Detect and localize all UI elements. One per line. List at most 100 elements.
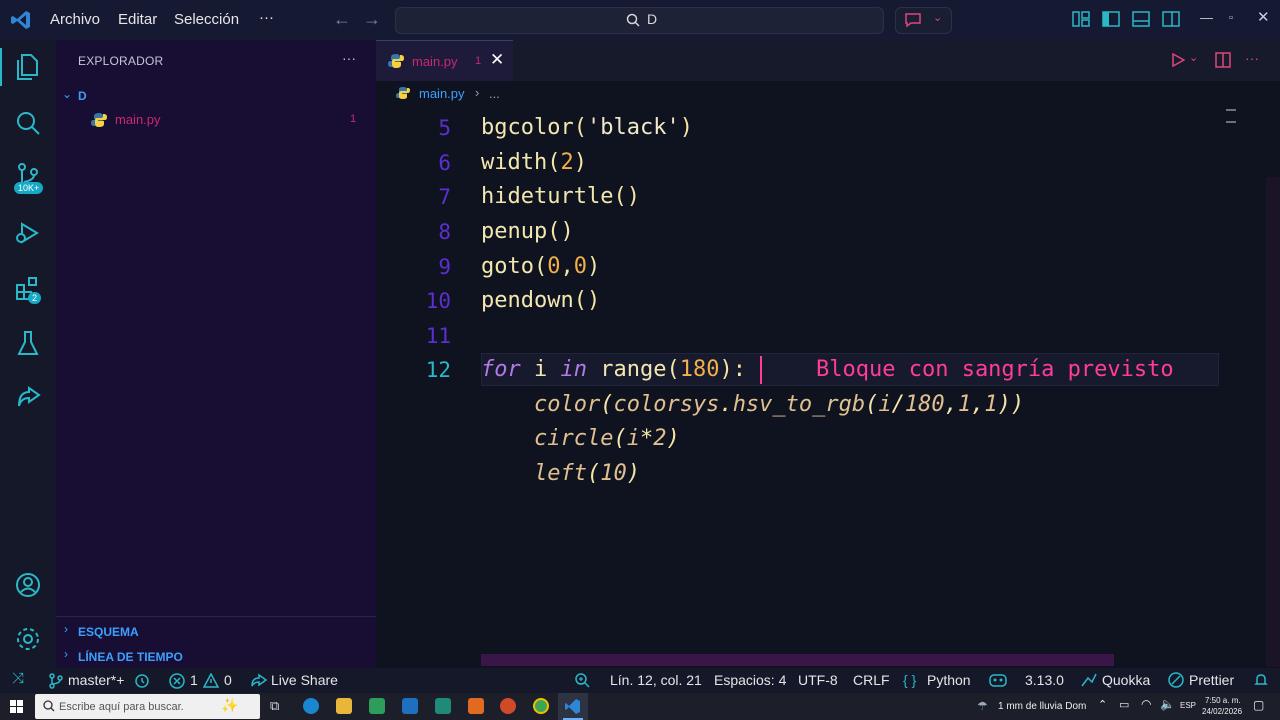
file-row-main-py[interactable]: main.py 1 [56,110,376,132]
windows-start-icon[interactable] [10,700,24,714]
live-share-button[interactable]: Live Share [271,672,338,688]
maximize-icon[interactable]: ▫ [1229,12,1233,24]
explorer-sidebar: EXPLORADOR ··· ⌄ D main.py 1 › ESQUEMA ›… [56,40,376,668]
file-explorer-icon[interactable] [336,698,352,714]
breadcrumb: main.py › ... [376,81,1280,107]
chat-icon [905,13,921,28]
folder-row[interactable]: ⌄ D [56,86,376,108]
breadcrumb-symbol[interactable]: ... [489,86,500,101]
error-count[interactable]: 1 [190,672,198,688]
testing-icon[interactable] [15,330,41,358]
line-number: 5 [438,116,451,140]
back-arrow-icon[interactable]: ← [333,9,351,30]
toggle-secondary-sidebar-icon[interactable] [1162,11,1180,27]
sync-icon[interactable] [133,673,151,689]
clock-date[interactable]: 24/02/2026 [1202,707,1242,716]
run-file-icon[interactable] [1171,53,1185,67]
line-number: 7 [438,185,451,209]
chevron-down-icon: ⌄ [62,87,73,101]
python-version[interactable]: 3.13.0 [1025,672,1064,688]
clock-time[interactable]: 7:50 a. m. [1205,696,1241,705]
volume-icon[interactable]: 🔈 [1160,697,1175,711]
remote-icon[interactable]: ⤨ [12,670,24,687]
code-line: bgcolor('black') [481,115,693,140]
vscode-taskbar-icon[interactable] [564,698,581,715]
live-share-icon[interactable] [15,384,41,412]
search-icon [43,700,55,712]
tab-bar: main.py 1 ✕ ⌄ ··· [376,40,1280,81]
chevron-down-icon[interactable]: ⌄ [1189,51,1198,64]
section-label: LÍNEA DE TIEMPO [78,650,183,664]
close-tab-icon[interactable]: ✕ [490,50,504,70]
mail-icon[interactable] [402,698,418,714]
breadcrumb-file[interactable]: main.py [419,86,465,101]
copilot-button[interactable]: ⌄ [895,7,952,34]
quokka-button[interactable]: Quokka [1102,672,1150,688]
source-control-badge: 10K+ [14,182,44,194]
network-icon[interactable]: ▭ [1119,698,1129,711]
text-cursor [760,356,762,384]
task-view-icon[interactable]: ⧉ [270,698,279,714]
edge-icon[interactable] [303,698,319,714]
line-number: 11 [425,324,451,348]
store-icon[interactable] [369,698,385,714]
command-center-search[interactable]: D [395,7,884,34]
code-line: circle(i*2) [533,426,680,451]
warning-icon [203,673,219,688]
tab-main-py[interactable]: main.py 1 ✕ [376,40,513,81]
close-window-icon[interactable]: ✕ [1257,8,1270,26]
taskbar-search[interactable]: Escribe aquí para buscar. ✨ [35,694,260,719]
toggle-panel-icon[interactable] [1132,11,1150,27]
prettier-button[interactable]: Prettier [1189,672,1234,688]
divider [56,616,376,617]
file-name: main.py [115,112,161,127]
weather-text[interactable]: 1 mm de lluvia Dom [998,701,1086,712]
explorer-more-icon[interactable]: ··· [342,50,356,66]
notifications-icon[interactable] [1253,672,1269,688]
toggle-sidebar-icon[interactable] [1102,11,1120,27]
minimize-icon[interactable]: — [1200,10,1213,25]
encoding[interactable]: UTF-8 [798,672,838,688]
forward-arrow-icon[interactable]: → [363,9,381,30]
split-editor-icon[interactable] [1215,52,1231,68]
chrome-icon[interactable] [533,698,549,714]
code-line: hideturtle() [481,184,640,209]
menu-more-icon[interactable]: ··· [259,9,274,26]
indentation[interactable]: Espacios: 4 [714,672,786,688]
settings-gear-icon[interactable] [15,626,41,652]
end-of-line[interactable]: CRLF [853,672,890,688]
input-language[interactable]: ESP [1180,701,1196,710]
menu-archivo[interactable]: Archivo [50,11,100,28]
code-editor[interactable]: 5 6 7 8 9 10 11 12 bgcolor('black') widt… [376,107,1280,668]
section-esquema[interactable]: › ESQUEMA [56,620,376,642]
search-view-icon[interactable] [15,110,41,136]
editor-more-icon[interactable]: ··· [1245,50,1259,66]
vertical-scrollbar[interactable] [1266,177,1280,667]
section-timeline[interactable]: › LÍNEA DE TIEMPO [56,645,376,667]
cursor-position[interactable]: Lín. 12, col. 21 [610,672,702,688]
wifi-icon[interactable]: ◠ [1141,697,1151,711]
explorer-icon[interactable] [15,53,41,81]
search-text: D [647,11,658,27]
menu-seleccion[interactable]: Selección [174,11,239,28]
warning-count[interactable]: 0 [224,672,232,688]
tab-problem-count: 1 [475,55,482,67]
xampp-icon[interactable] [468,698,484,714]
zoom-icon[interactable] [574,672,590,688]
run-debug-icon[interactable] [15,220,41,246]
language-mode[interactable]: Python [927,672,971,688]
copilot-icon[interactable] [988,671,1008,689]
chevron-up-icon[interactable]: ⌃ [1098,698,1107,711]
line-number: 8 [438,220,451,244]
notification-center-icon[interactable]: ▢ [1253,698,1264,712]
terminal-app-icon[interactable] [435,698,451,714]
powerpoint-icon[interactable] [500,698,516,714]
account-icon[interactable] [15,572,41,598]
breadcrumb-separator: › [475,85,480,100]
customize-layout-icon[interactable] [1072,11,1090,27]
line-number: 9 [438,255,451,279]
branch-name[interactable]: master*+ [68,672,124,688]
minimap-icon[interactable] [1226,109,1236,123]
menu-editar[interactable]: Editar [118,11,157,28]
horizontal-scrollbar[interactable] [481,654,1114,666]
